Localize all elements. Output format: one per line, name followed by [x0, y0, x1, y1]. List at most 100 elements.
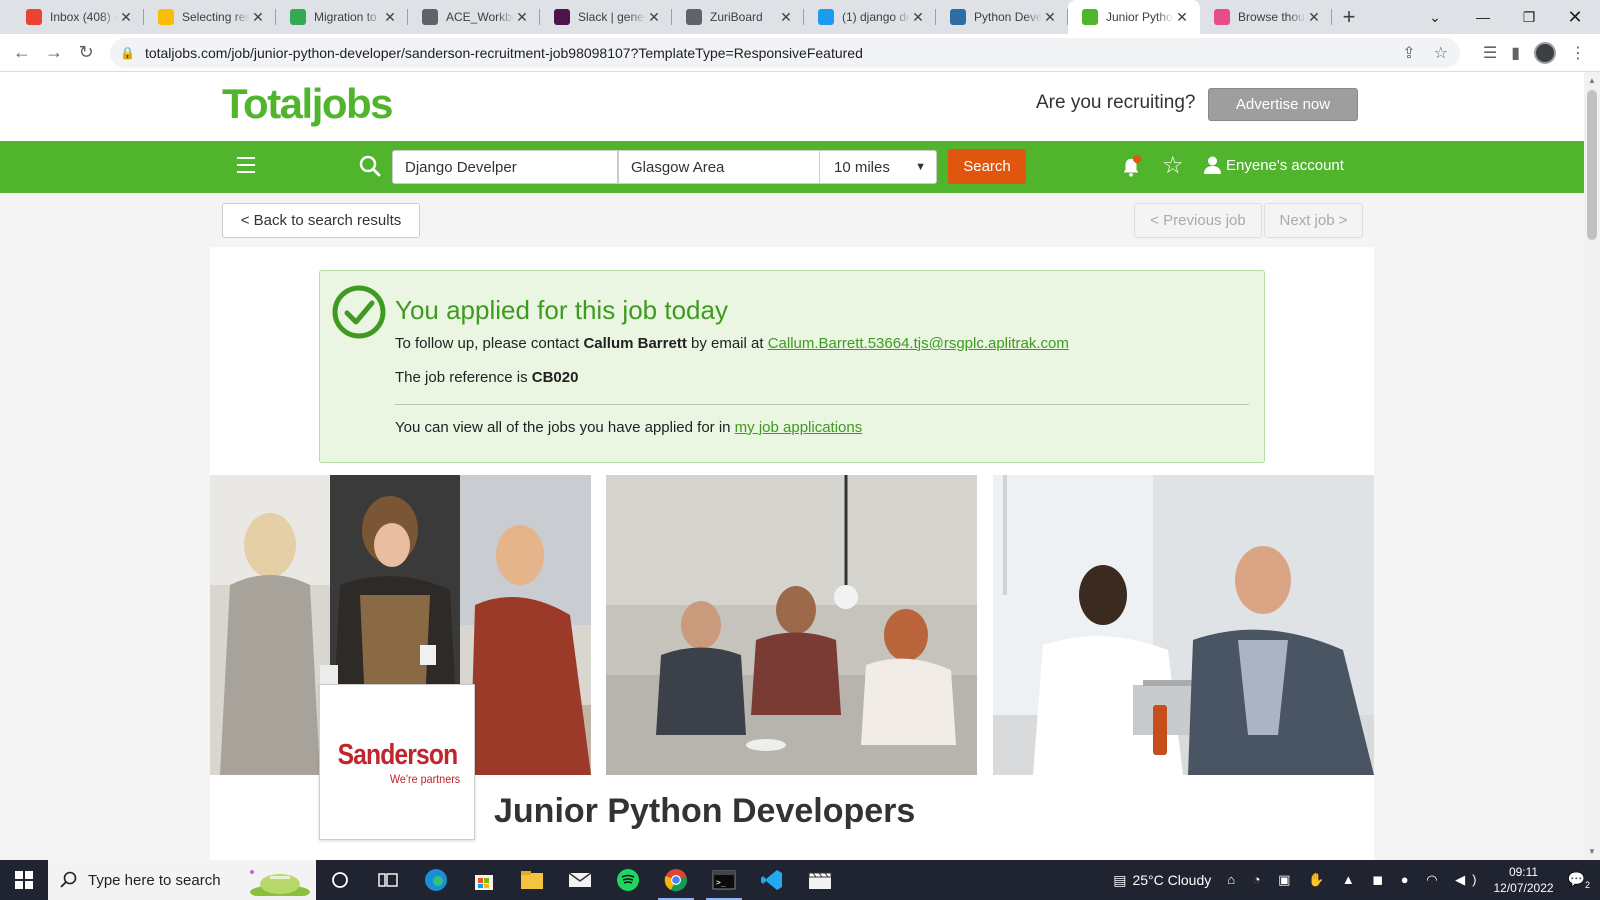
profile-avatar[interactable] — [1534, 42, 1556, 64]
file-explorer-icon[interactable] — [508, 860, 556, 900]
windows-start-icon[interactable] — [0, 860, 48, 900]
search-highlight-icon — [250, 870, 310, 896]
tray-icons[interactable]: ⌂ ◔ ▣ ✋ ▲ ◼ ● ◠ ◀) — [1227, 872, 1483, 888]
company-logo-tagline: We're partners — [389, 771, 461, 786]
scroll-up-icon[interactable]: ▲ — [1584, 76, 1600, 85]
tab-title: ZuriBoard — [710, 10, 763, 24]
tab-close-icon[interactable]: ✕ — [1042, 9, 1058, 26]
my-job-applications-link[interactable]: my job applications — [735, 419, 863, 436]
job-title: Junior Python Developers — [494, 792, 916, 830]
radius-value: 10 miles — [834, 158, 890, 176]
next-job-button[interactable]: Next job > — [1264, 203, 1363, 238]
svg-text:>_: >_ — [716, 878, 726, 887]
cortana-icon[interactable] — [316, 860, 364, 900]
page-viewport: Totaljobs Are you recruiting? Advertise … — [0, 72, 1584, 860]
tab-close-icon[interactable]: ✕ — [514, 9, 530, 26]
location-input[interactable]: Glasgow Area — [618, 150, 821, 184]
bookmark-star-icon[interactable]: ☆ — [1434, 43, 1448, 63]
radius-select[interactable]: 10 miles ▼ — [819, 150, 937, 184]
keywords-input[interactable]: Django Develper — [392, 150, 618, 184]
banner-photo-discussion — [993, 475, 1374, 775]
browser-tab[interactable]: Inbox (408) - ✕ — [12, 0, 144, 34]
contact-name: Callum Barrett — [583, 335, 687, 352]
reading-list-icon[interactable]: ☰ — [1483, 43, 1497, 63]
back-icon[interactable]: ← — [6, 37, 38, 69]
globe-icon — [422, 9, 438, 25]
reload-icon[interactable]: ↻ — [70, 37, 102, 69]
banner-photo-meeting — [606, 475, 977, 775]
account-menu[interactable]: Enyene's account — [1204, 156, 1344, 174]
side-panel-icon[interactable]: ▮ — [1511, 43, 1520, 63]
address-bar[interactable]: 🔒 totaljobs.com/job/junior-python-develo… — [110, 38, 1460, 68]
applied-heading: You applied for this job today — [395, 295, 728, 325]
tab-close-icon[interactable]: ✕ — [778, 9, 794, 26]
browser-tab-strip: Inbox (408) - ✕ Selecting res ✕ Migration to… — [0, 0, 1600, 34]
search-bar: Django Develper Glasgow Area 10 miles ▼ … — [0, 141, 1584, 193]
reference-line: The job reference is CB020 — [395, 369, 578, 386]
browser-tab[interactable]: Browse thou ✕ — [1200, 0, 1332, 34]
browser-tab[interactable]: Slack | gener ✕ — [540, 0, 672, 34]
weather-text[interactable]: 25°C Cloudy — [1132, 872, 1211, 888]
tab-close-icon[interactable]: ✕ — [910, 9, 926, 26]
tab-title: Junior Pytho — [1106, 10, 1173, 24]
hamburger-menu-icon[interactable] — [237, 157, 255, 173]
clapper-icon[interactable] — [796, 860, 844, 900]
advertise-now-button[interactable]: Advertise now — [1208, 88, 1358, 121]
company-logo[interactable]: Sanderson We're partners — [319, 684, 475, 840]
store-icon[interactable] — [460, 860, 508, 900]
close-window-button[interactable]: ✕ — [1552, 0, 1598, 34]
browser-tab[interactable]: Junior Pytho ✕ — [1068, 0, 1200, 34]
browser-tab[interactable]: Python Deve ✕ — [936, 0, 1068, 34]
scroll-down-icon[interactable]: ▼ — [1584, 847, 1600, 856]
chrome-icon[interactable] — [652, 860, 700, 900]
tab-close-icon[interactable]: ✕ — [250, 9, 266, 26]
totaljobs-logo[interactable]: Totaljobs — [222, 80, 394, 128]
account-label: Enyene's account — [1226, 156, 1344, 174]
tab-close-icon[interactable]: ✕ — [118, 9, 134, 26]
browser-tab[interactable]: ACE_Workbo ✕ — [408, 0, 540, 34]
tab-close-icon[interactable]: ✕ — [1306, 9, 1322, 26]
new-tab-button[interactable]: + — [1332, 0, 1366, 34]
saved-jobs-star-icon[interactable]: ☆ — [1162, 151, 1184, 180]
previous-job-button[interactable]: < Previous job — [1134, 203, 1262, 238]
globe-icon — [686, 9, 702, 25]
taskbar-search-placeholder: Type here to search — [88, 871, 221, 889]
task-view-icon[interactable] — [364, 860, 412, 900]
scrollbar-thumb[interactable] — [1587, 90, 1597, 240]
notification-center-icon[interactable]: 💬2 — [1568, 871, 1590, 890]
browser-tab[interactable]: ZuriBoard ✕ — [672, 0, 804, 34]
url-text[interactable]: totaljobs.com/job/junior-python-develope… — [145, 45, 863, 61]
lock-icon: 🔒 — [120, 46, 135, 60]
contact-email-link[interactable]: Callum.Barrett.53664.tjs@rsgplc.aplitrak… — [768, 335, 1069, 352]
clock-date: 12/07/2022 — [1493, 881, 1554, 895]
tab-close-icon[interactable]: ✕ — [646, 9, 662, 26]
tab-close-icon[interactable]: ✕ — [1174, 9, 1190, 26]
back-to-results-button[interactable]: < Back to search results — [222, 203, 420, 238]
edge-icon[interactable] — [412, 860, 460, 900]
weather-icon[interactable]: ▤ — [1113, 872, 1126, 889]
user-icon — [1204, 156, 1221, 174]
browser-tab[interactable]: Migration to ✕ — [276, 0, 408, 34]
restore-button[interactable]: ❐ — [1506, 0, 1552, 34]
share-icon[interactable]: ⇪ — [1402, 43, 1415, 63]
page-scrollbar[interactable]: ▲ ▼ — [1584, 72, 1600, 860]
terminal-icon[interactable]: >_ — [700, 860, 748, 900]
system-clock[interactable]: 09:11 12/07/2022 — [1493, 864, 1553, 896]
browser-tab[interactable]: (1) django de ✕ — [804, 0, 936, 34]
tab-search-icon[interactable]: ⌄ — [1420, 0, 1450, 34]
tab-title: ACE_Workbo — [446, 10, 514, 24]
mail-icon[interactable] — [556, 860, 604, 900]
search-button[interactable]: Search — [948, 149, 1026, 184]
twitter-icon — [818, 9, 834, 25]
vscode-icon[interactable] — [748, 860, 796, 900]
taskbar-search-box[interactable]: Type here to search — [48, 860, 316, 900]
spotify-icon[interactable] — [604, 860, 652, 900]
drive-icon — [158, 9, 174, 25]
contact-prefix: To follow up, please contact — [395, 335, 584, 352]
minimize-button[interactable]: — — [1460, 0, 1506, 34]
divider — [395, 404, 1249, 405]
browser-tab[interactable]: Selecting res ✕ — [144, 0, 276, 34]
forward-icon[interactable]: → — [38, 37, 70, 69]
tab-close-icon[interactable]: ✕ — [382, 9, 398, 26]
menu-kebab-icon[interactable]: ⋮ — [1570, 43, 1586, 63]
